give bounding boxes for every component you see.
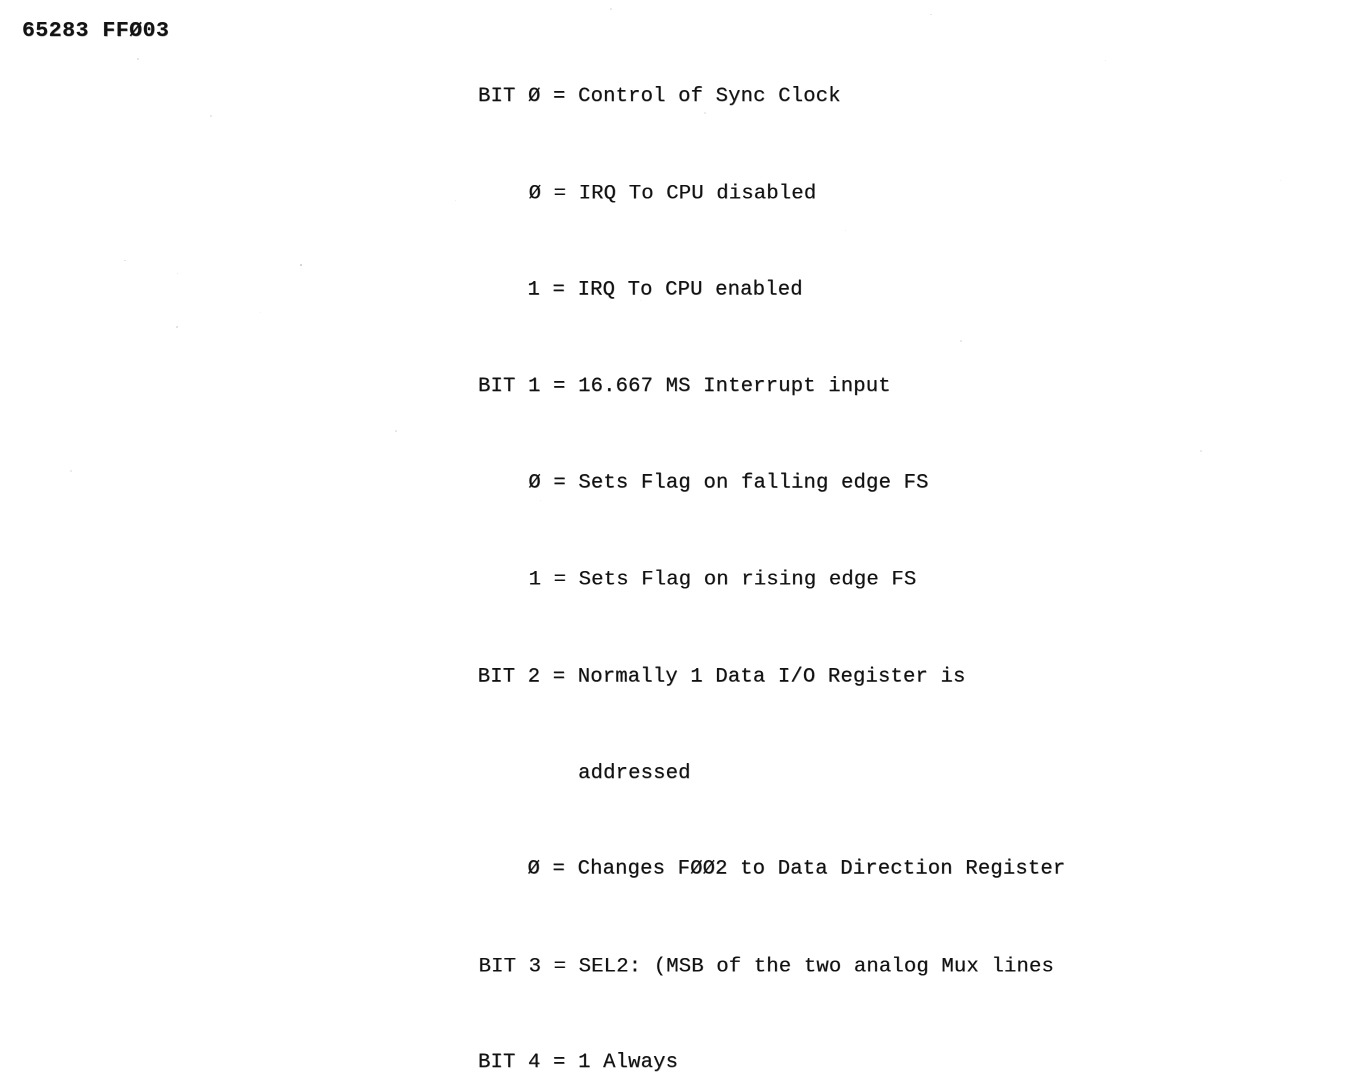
text-line: BIT 2 = Normally 1 Data I/O Register is xyxy=(477,665,966,689)
scan-speck xyxy=(1280,180,1282,182)
scan-speck xyxy=(70,470,72,472)
scan-speck xyxy=(455,200,457,202)
scan-speck xyxy=(210,115,212,117)
text-line: Ø = Changes FØØ2 to Data Direction Regis… xyxy=(477,857,1066,881)
text-line-continuation: addressed xyxy=(478,761,691,785)
text-line: Ø = Sets Flag on falling edge FS xyxy=(478,471,929,495)
text-line: Ø = IRQ To CPU disabled xyxy=(478,182,817,206)
scan-speck xyxy=(930,14,932,16)
scan-speck xyxy=(137,58,139,60)
scan-speck xyxy=(395,430,397,432)
text-line: BIT Ø = Control of Sync Clock xyxy=(478,85,841,109)
document-page: 65283 FFØ03 BIT Ø = Control of Sync Cloc… xyxy=(0,0,1359,1074)
register-address-label: 65283 FFØ03 xyxy=(22,19,170,43)
text-line: BIT 3 = SEL2: (MSB of the two analog Mux… xyxy=(478,955,1054,979)
scan-speck xyxy=(1200,450,1202,452)
text-line: BIT 1 = 16.667 MS Interrupt input xyxy=(478,375,891,399)
scan-speck xyxy=(610,8,612,10)
scan-speck xyxy=(124,260,126,261)
bit-definition-text-block: BIT Ø = Control of Sync Clock Ø = IRQ To… xyxy=(478,17,1066,1082)
scan-speck xyxy=(176,326,178,328)
scan-speck xyxy=(1105,60,1107,62)
scan-speck xyxy=(260,312,262,314)
scan-speck xyxy=(300,264,303,267)
scan-speck xyxy=(177,273,179,275)
text-line: BIT 4 = 1 Always xyxy=(478,1051,679,1075)
text-line: 1 = Sets Flag on rising edge FS xyxy=(478,568,917,592)
text-line: 1 = IRQ To CPU enabled xyxy=(477,278,803,302)
